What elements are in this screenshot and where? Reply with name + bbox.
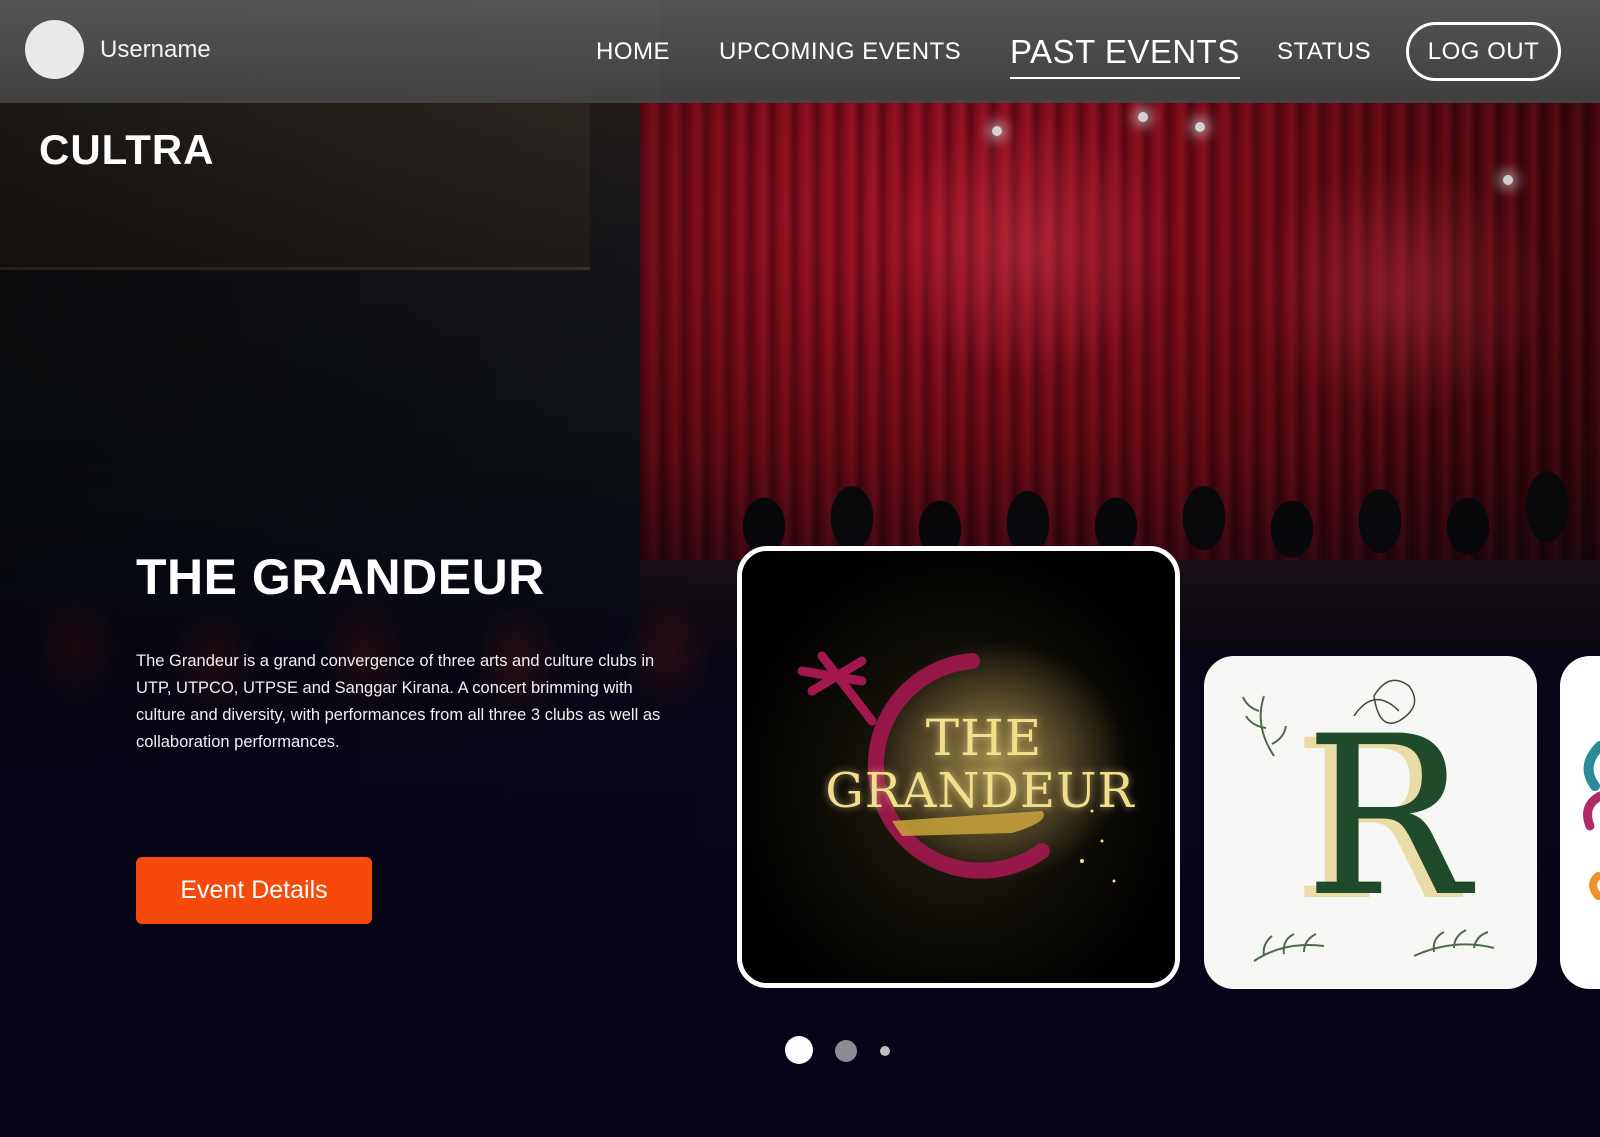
event-card-the-grandeur[interactable]: THE GRANDEUR bbox=[737, 546, 1180, 988]
avatar[interactable] bbox=[25, 20, 84, 79]
top-nav-bar: Username HOME UPCOMING EVENTS PAST EVENT… bbox=[0, 0, 1600, 103]
logout-button[interactable]: LOG OUT bbox=[1406, 22, 1561, 81]
event-description: The Grandeur is a grand convergence of t… bbox=[136, 652, 661, 751]
nav-link-home[interactable]: HOME bbox=[596, 38, 670, 66]
nav-links: HOME UPCOMING EVENTS PAST EVENTS STATUS … bbox=[580, 0, 1600, 103]
grandeur-logo-line-1: THE bbox=[925, 709, 1043, 767]
event-card-partial[interactable] bbox=[1560, 656, 1600, 989]
pagination-dot[interactable] bbox=[835, 1040, 857, 1062]
event-card-r[interactable]: R R bbox=[1204, 656, 1537, 989]
pagination-dot-active[interactable] bbox=[785, 1036, 813, 1064]
event-title: THE GRANDEUR bbox=[136, 549, 545, 605]
r-logo-letter: R bbox=[1304, 689, 1470, 945]
partial-card-logo-icon bbox=[1583, 741, 1600, 900]
nav-link-upcoming-events[interactable]: UPCOMING EVENTS bbox=[719, 38, 961, 66]
brand-logo-text[interactable]: CULTRA bbox=[39, 126, 215, 174]
user-profile[interactable]: Username bbox=[25, 20, 211, 79]
grandeur-logo-line-2: GRANDEUR bbox=[825, 763, 1135, 819]
carousel-pagination bbox=[785, 1036, 905, 1066]
pagination-dot[interactable] bbox=[880, 1046, 890, 1056]
nav-link-status[interactable]: STATUS bbox=[1277, 38, 1371, 66]
username-label: Username bbox=[100, 35, 211, 63]
nav-link-past-events[interactable]: PAST EVENTS bbox=[1010, 33, 1240, 79]
event-details-button[interactable]: Event Details bbox=[136, 857, 372, 924]
